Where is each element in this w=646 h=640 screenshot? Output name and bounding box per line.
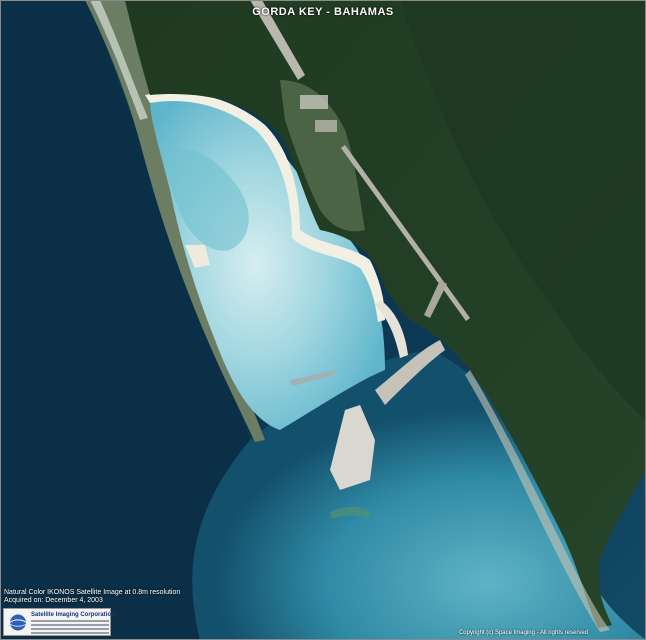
company-logo: Satellite Imaging Corporation bbox=[3, 608, 115, 636]
contact-line bbox=[31, 624, 109, 626]
contact-line bbox=[31, 628, 109, 630]
caption-line-1: Natural Color IKONOS Satellite Image at … bbox=[4, 589, 181, 596]
company-name: Satellite Imaging Corporation bbox=[31, 612, 115, 618]
caption-line-2: Acquired on: December 4, 2003 bbox=[4, 597, 103, 604]
contact-line bbox=[31, 620, 109, 622]
satellite-image bbox=[0, 0, 646, 640]
satellite-logo-icon bbox=[9, 614, 27, 631]
image-title: GORDA KEY - BAHAMAS bbox=[252, 6, 394, 18]
copyright-text: Copyright (c) Space Imaging - All rights… bbox=[458, 630, 588, 636]
contact-line bbox=[31, 632, 109, 634]
image-caption: Natural Color IKONOS Satellite Image at … bbox=[4, 589, 180, 605]
